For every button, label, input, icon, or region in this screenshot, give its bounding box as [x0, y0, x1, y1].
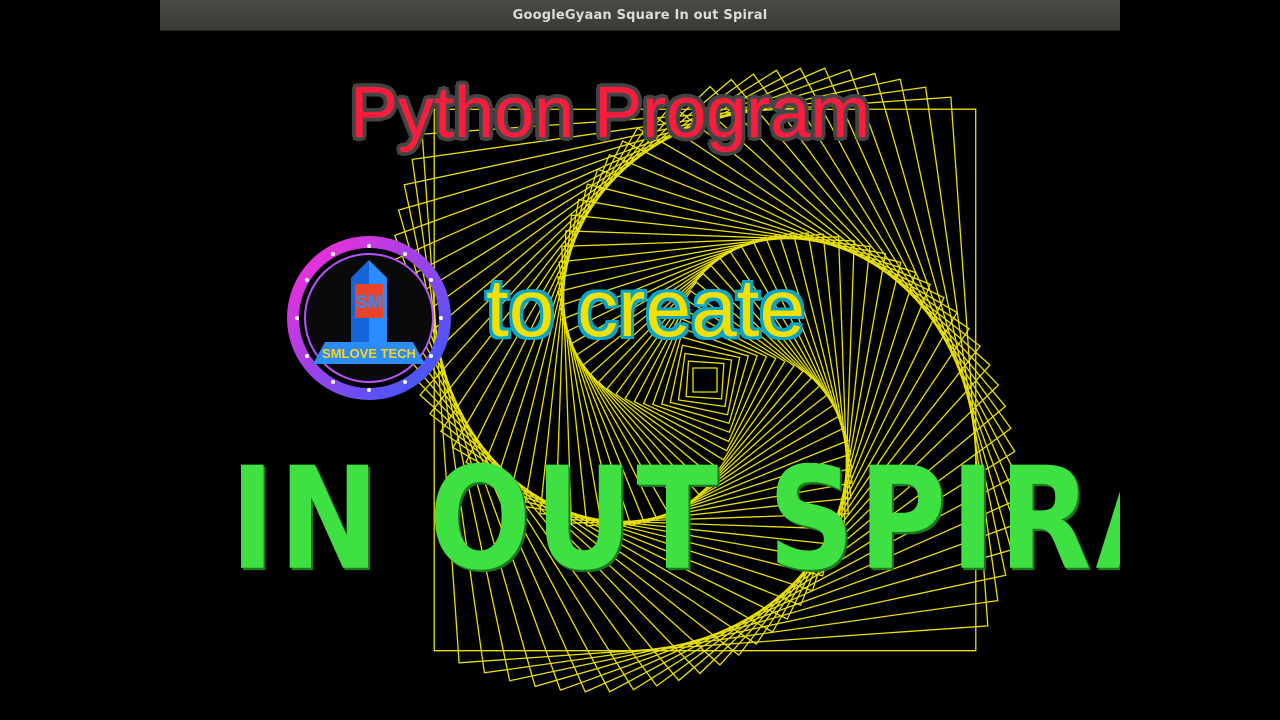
- logo-monogram: SM: [356, 292, 383, 312]
- logo-label: SMLOVE TECH: [322, 346, 416, 361]
- spiral-square: [692, 367, 718, 393]
- smlove-tech-logo: SM SMLOVE TECH: [287, 236, 451, 400]
- video-title: Python Program: [350, 73, 871, 153]
- spiral-square: [677, 352, 733, 408]
- video-headline: IN OUT SPIRAL: [230, 438, 1120, 603]
- app-window: GoogleGyaan Square In out Spiral Python …: [160, 0, 1120, 720]
- spiral-square: [685, 360, 725, 400]
- video-subtitle: to create: [486, 263, 806, 354]
